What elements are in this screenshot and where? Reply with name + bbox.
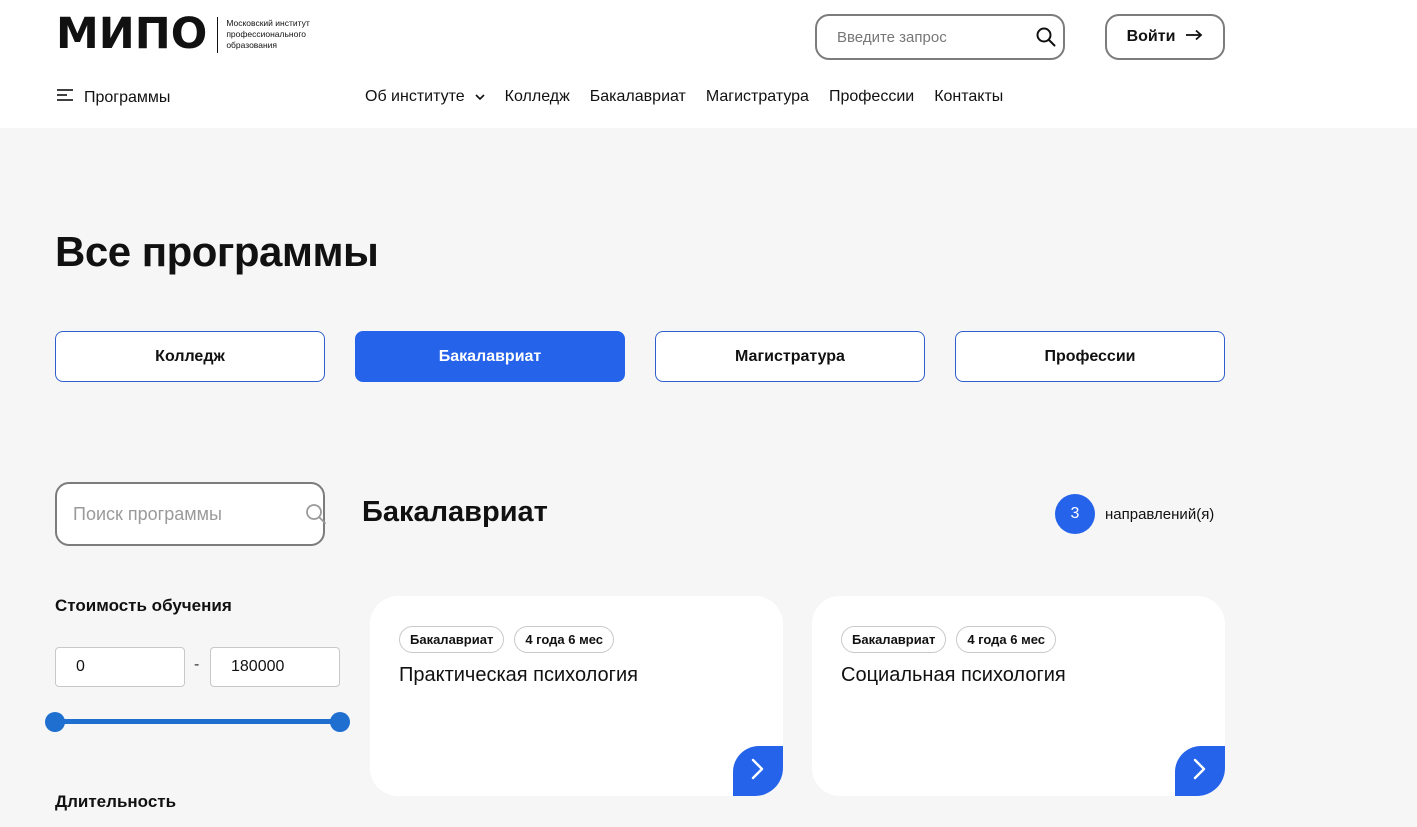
hamburger-icon: [56, 88, 74, 107]
level-tag: Бакалавриат: [841, 626, 947, 653]
card-title: Практическая психология: [399, 664, 638, 686]
logo-subtitle: Московский институт профессионального об…: [226, 18, 310, 50]
nav-item-bachelor[interactable]: Бакалавриат: [590, 88, 686, 106]
logo[interactable]: МИПО Московский институт профессионально…: [56, 13, 336, 56]
price-slider-max-handle[interactable]: [330, 712, 350, 732]
category-professions-button[interactable]: Профессии: [955, 331, 1225, 382]
chevron-right-icon: [1193, 758, 1207, 785]
duration-tag: 4 года 6 мес: [514, 626, 615, 653]
count-badge: 3: [1055, 494, 1095, 534]
programs-menu-label: Программы: [84, 88, 171, 106]
arrow-right-icon: [1185, 28, 1203, 46]
level-tag: Бакалавриат: [399, 626, 505, 653]
card-title: Социальная психология: [841, 664, 1066, 686]
price-slider-track[interactable]: [55, 719, 340, 724]
program-search: [55, 482, 327, 546]
programs-menu-button[interactable]: Программы: [56, 88, 170, 107]
price-slider-min-handle[interactable]: [45, 712, 65, 732]
logo-divider: [217, 16, 219, 53]
nav-item-contacts[interactable]: Контакты: [934, 88, 1003, 106]
nav-item-label: Контакты: [934, 88, 1004, 105]
nav-item-label: Об институте: [365, 88, 465, 105]
nav-item-label: Бакалавриат: [589, 88, 686, 105]
nav-item-professions[interactable]: Профессии: [829, 88, 914, 106]
category-college-button[interactable]: Колледж: [55, 331, 325, 382]
duration-tag: 4 года 6 мес: [956, 626, 1057, 653]
price-max-input[interactable]: [210, 647, 340, 687]
card-tags: Бакалавриат 4 года 6 мес: [399, 626, 615, 653]
login-button[interactable]: Войти: [1105, 14, 1225, 60]
program-count: 3 направлений(я): [1055, 494, 1214, 534]
card-tags: Бакалавриат 4 года 6 мес: [841, 626, 1057, 653]
category-master-button[interactable]: Магистратура: [655, 331, 925, 382]
nav-item-college[interactable]: Колледж: [505, 88, 570, 106]
nav-item-label: Колледж: [504, 88, 570, 105]
price-filter-title: Стоимость обучения: [55, 596, 232, 615]
login-label: Войти: [1126, 28, 1176, 45]
nav-item-master[interactable]: Магистратура: [706, 88, 809, 106]
main-nav: Об институте Колледж Бакалавриат Магистр…: [365, 88, 1023, 106]
nav-item-label: Профессии: [828, 88, 915, 105]
nav-item-label: Магистратура: [705, 88, 809, 105]
search-icon[interactable]: [305, 503, 327, 525]
section-title: Бакалавриат: [362, 496, 548, 528]
program-card[interactable]: Бакалавриат 4 года 6 мес Социальная псих…: [812, 596, 1225, 796]
page-title: Все программы: [55, 228, 379, 275]
header-search: [815, 14, 1065, 60]
search-icon[interactable]: [1036, 27, 1056, 47]
header-search-input[interactable]: [837, 28, 1036, 46]
card-open-button[interactable]: [733, 746, 783, 796]
count-label: направлений(я): [1105, 505, 1215, 523]
category-bachelor-button[interactable]: Бакалавриат: [355, 331, 625, 382]
logo-mark: МИПО: [56, 9, 208, 59]
nav-item-about[interactable]: Об институте: [365, 88, 485, 106]
program-search-input[interactable]: [73, 503, 305, 525]
price-range-dash: -: [194, 656, 200, 673]
site-header: МИПО Московский институт профессионально…: [0, 0, 1417, 128]
chevron-right-icon: [751, 758, 765, 785]
price-min-input[interactable]: [55, 647, 185, 687]
card-open-button[interactable]: [1175, 746, 1225, 796]
program-card[interactable]: Бакалавриат 4 года 6 мес Практическая пс…: [370, 596, 783, 796]
chevron-down-icon: [475, 88, 485, 106]
duration-filter-title: Длительность: [55, 792, 177, 811]
